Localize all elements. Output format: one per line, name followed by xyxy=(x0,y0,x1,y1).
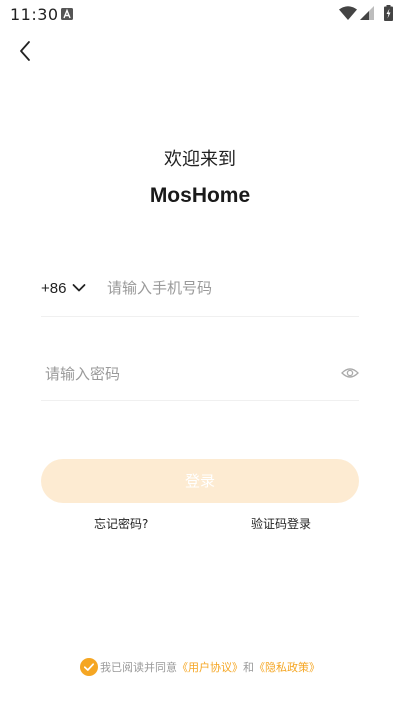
password-field-row xyxy=(41,350,359,401)
back-button[interactable] xyxy=(10,36,42,68)
forgot-password-link[interactable]: 忘记密码? xyxy=(94,515,148,532)
status-time: 11:30 xyxy=(10,5,59,24)
agreement-conjunction: 和 xyxy=(243,659,254,675)
status-bar: 11:30 xyxy=(0,0,400,28)
app-name: MosHome xyxy=(0,184,400,208)
phone-field-row: +86 xyxy=(41,266,359,317)
notification-a-icon xyxy=(61,8,73,20)
battery-charging-icon xyxy=(384,5,393,21)
phone-input[interactable] xyxy=(107,274,347,302)
signal-icon xyxy=(360,6,374,20)
chevron-left-icon xyxy=(10,36,42,68)
welcome-text: 欢迎来到 xyxy=(0,145,400,171)
password-input[interactable] xyxy=(45,360,315,388)
country-code-selector[interactable]: +86 xyxy=(41,278,86,298)
privacy-policy-link[interactable]: 《隐私政策》 xyxy=(254,659,320,675)
chevron-down-icon xyxy=(72,283,86,293)
country-code-label: +86 xyxy=(41,280,66,297)
wifi-icon xyxy=(339,6,357,20)
login-button[interactable]: 登录 xyxy=(41,459,359,503)
code-login-link[interactable]: 验证码登录 xyxy=(251,515,311,532)
agreement: 我已阅读并同意 《用户协议》 和 《隐私政策》 xyxy=(80,657,320,677)
check-circle-icon[interactable] xyxy=(80,658,98,676)
agreement-prefix: 我已阅读并同意 xyxy=(100,659,177,675)
user-agreement-link[interactable]: 《用户协议》 xyxy=(177,659,243,675)
eye-icon[interactable] xyxy=(341,366,359,380)
